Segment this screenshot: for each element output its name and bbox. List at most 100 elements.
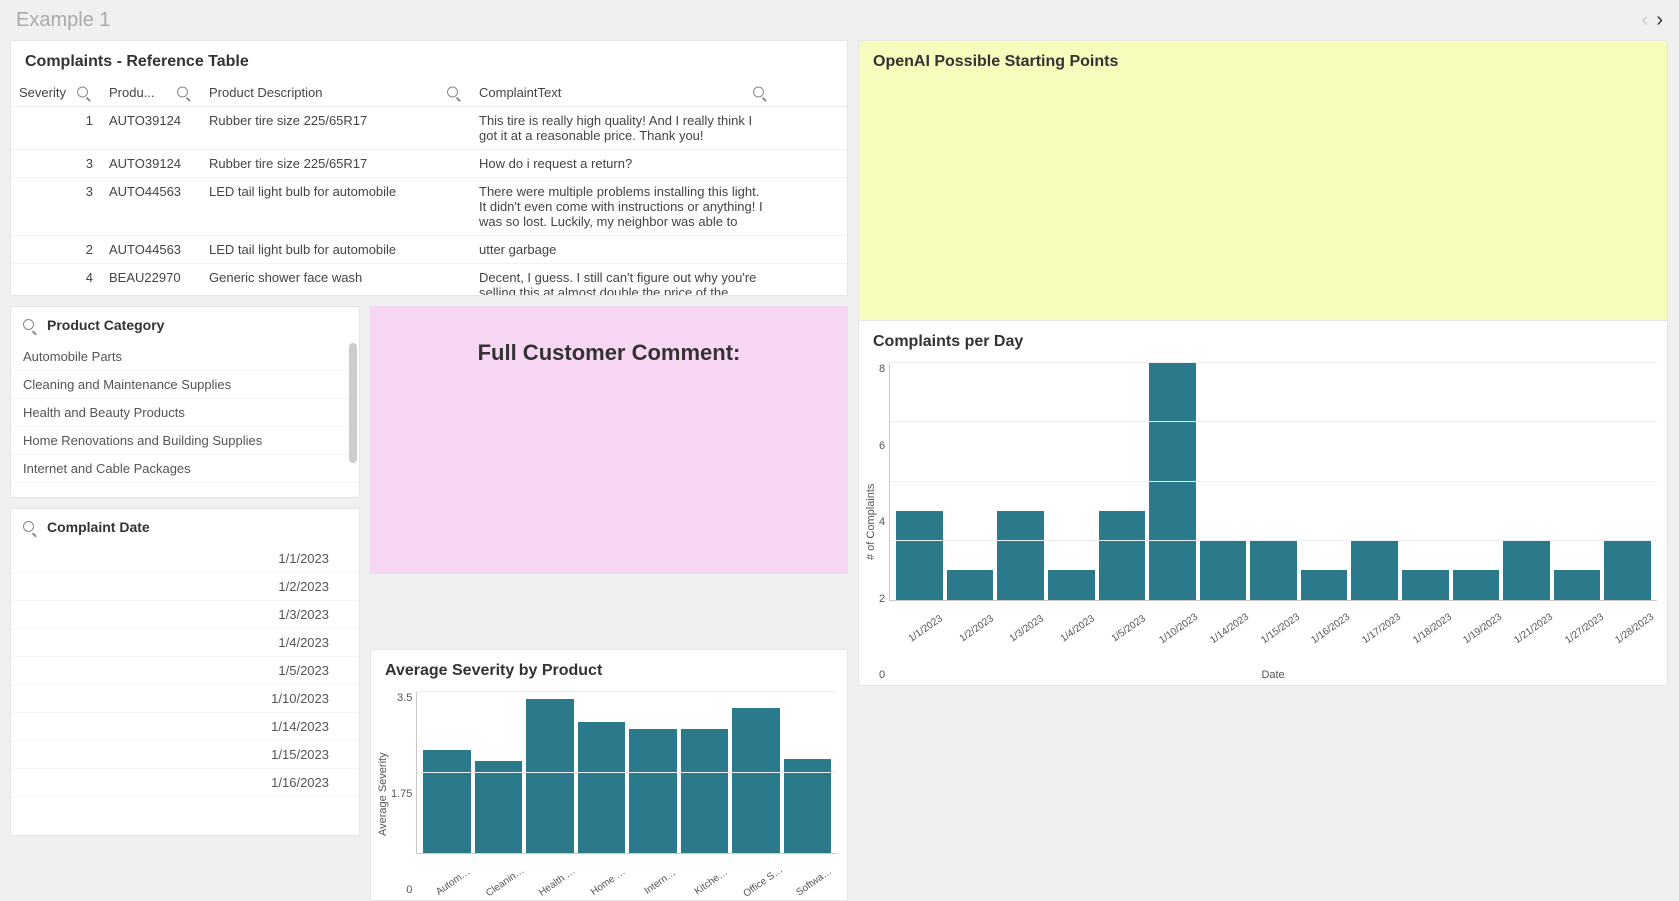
cell-product-desc: Rubber tire size 225/65R17 — [201, 107, 471, 150]
cell-blank — [777, 178, 847, 236]
search-icon[interactable] — [23, 317, 39, 333]
complaint-date-list[interactable]: 1/1/20231/2/20231/3/20231/4/20231/5/2023… — [11, 545, 359, 835]
nav-arrows: ‹ › — [1642, 9, 1663, 32]
per-day-bars — [889, 363, 1657, 601]
complaints-reference-table-panel: Complaints - Reference Table Severity Pr… — [10, 40, 848, 296]
chart-bar[interactable] — [526, 699, 573, 853]
chart-bar[interactable] — [1351, 541, 1398, 600]
cell-severity: 4 — [11, 264, 101, 297]
avg-severity-bars — [416, 692, 837, 854]
list-item[interactable]: 1/2/2023 — [11, 573, 359, 601]
product-category-filter-panel: Product Category Automobile PartsCleanin… — [10, 306, 360, 498]
x-tick-label: Autom… — [431, 864, 493, 901]
table-row[interactable]: 1AUTO39124Rubber tire size 225/65R17This… — [11, 107, 847, 150]
cell-complaint-text: Decent, I guess. I still can't figure ou… — [471, 264, 777, 297]
avg-severity-chart: Average Severity 3.51.750 Autom…Cleanin…… — [371, 688, 847, 900]
x-tick-label: Kitche… — [689, 864, 751, 901]
prev-arrow-icon[interactable]: ‹ — [1642, 9, 1649, 32]
next-arrow-icon[interactable]: › — [1656, 9, 1663, 32]
x-tick-label: Office S… — [740, 864, 802, 901]
complaint-date-header: Complaint Date — [11, 509, 359, 545]
search-icon[interactable] — [23, 519, 39, 535]
table-row[interactable]: 2AUTO44563LED tail light bulb for automo… — [11, 236, 847, 264]
scrollbar-thumb[interactable] — [349, 343, 357, 463]
chart-bar[interactable] — [629, 729, 676, 853]
chart-bar[interactable] — [1301, 570, 1348, 600]
search-icon[interactable] — [77, 85, 93, 100]
chart-bar[interactable] — [1048, 570, 1095, 600]
full-comment-title: Full Customer Comment: — [370, 306, 848, 366]
chart-bar[interactable] — [947, 570, 994, 600]
cell-product-desc: Generic shower face wash — [201, 264, 471, 297]
avg-severity-chart-panel: Average Severity by Product Average Seve… — [370, 649, 848, 901]
list-item[interactable]: Home Renovations and Building Supplies — [11, 427, 359, 455]
chart-bar[interactable] — [1402, 570, 1449, 600]
list-item[interactable]: 1/14/2023 — [11, 713, 359, 741]
table-header-row: Severity Produ... Product Description Co… — [11, 79, 847, 107]
product-category-title: Product Category — [47, 317, 164, 333]
chart-bar[interactable] — [1250, 541, 1297, 600]
list-item[interactable]: 1/16/2023 — [11, 769, 359, 797]
search-icon[interactable] — [753, 85, 769, 100]
list-item[interactable]: 1/15/2023 — [11, 741, 359, 769]
cell-severity: 2 — [11, 236, 101, 264]
cell-product-id: AUTO44563 — [101, 178, 201, 236]
cell-blank — [777, 236, 847, 264]
list-item[interactable]: 1/1/2023 — [11, 545, 359, 573]
list-item[interactable]: Internet and Cable Packages — [11, 455, 359, 483]
cell-severity: 1 — [11, 107, 101, 150]
col-severity[interactable]: Severity — [11, 79, 101, 107]
per-day-y-axis: 86420 — [879, 363, 889, 681]
chart-bar[interactable] — [1099, 511, 1146, 600]
complaint-date-filter-panel: Complaint Date 1/1/20231/2/20231/3/20231… — [10, 508, 360, 836]
avg-severity-y-axis: 3.51.750 — [391, 692, 416, 896]
col-blank — [777, 79, 847, 107]
reference-table-title: Complaints - Reference Table — [11, 41, 847, 79]
chart-bar[interactable] — [1453, 570, 1500, 600]
chart-bar[interactable] — [784, 759, 831, 853]
avg-severity-y-label: Average Severity — [375, 692, 391, 896]
list-item[interactable]: 1/10/2023 — [11, 685, 359, 713]
col-product-id[interactable]: Produ... — [101, 79, 201, 107]
x-tick-label: Home … — [586, 864, 648, 901]
col-complaint-text[interactable]: ComplaintText — [471, 79, 777, 107]
list-item[interactable]: 1/3/2023 — [11, 601, 359, 629]
search-icon[interactable] — [177, 85, 193, 100]
chart-bar[interactable] — [475, 761, 522, 853]
chart-bar[interactable] — [1200, 541, 1247, 600]
cell-product-id: BEAU22970 — [101, 264, 201, 297]
list-item[interactable]: Automobile Parts — [11, 343, 359, 371]
chart-bar[interactable] — [1604, 541, 1651, 600]
list-item[interactable]: Health and Beauty Products — [11, 399, 359, 427]
table-row[interactable]: 3AUTO39124Rubber tire size 225/65R17How … — [11, 150, 847, 178]
complaints-per-day-chart-panel: Complaints per Day # of Complaints 86420… — [858, 320, 1668, 686]
col-product-desc[interactable]: Product Description — [201, 79, 471, 107]
avg-severity-title: Average Severity by Product — [371, 650, 847, 688]
openai-panel-title: OpenAI Possible Starting Points — [859, 41, 1667, 79]
table-row[interactable]: 4BEAU22970Generic shower face washDecent… — [11, 264, 847, 297]
list-item[interactable]: Cleaning and Maintenance Supplies — [11, 371, 359, 399]
reference-table: Severity Produ... Product Description Co… — [11, 79, 847, 296]
chart-bar[interactable] — [681, 729, 728, 853]
chart-bar[interactable] — [896, 511, 943, 600]
cell-complaint-text: utter garbage — [471, 236, 777, 264]
chart-bar[interactable] — [1149, 363, 1196, 600]
x-tick-label: Softwa… — [792, 864, 848, 901]
chart-bar[interactable] — [578, 722, 625, 853]
list-item[interactable]: 1/4/2023 — [11, 629, 359, 657]
x-tick-label: Health … — [534, 864, 596, 901]
chart-bar[interactable] — [1554, 570, 1601, 600]
product-category-list[interactable]: Automobile PartsCleaning and Maintenance… — [11, 343, 359, 497]
product-category-header: Product Category — [11, 307, 359, 343]
page-title: Example 1 — [16, 9, 1642, 32]
chart-bar[interactable] — [423, 750, 470, 854]
chart-bar[interactable] — [1503, 541, 1550, 600]
table-row[interactable]: 3AUTO44563LED tail light bulb for automo… — [11, 178, 847, 236]
top-bar: Example 1 ‹ › — [0, 0, 1679, 40]
cell-product-id: AUTO39124 — [101, 107, 201, 150]
search-icon[interactable] — [447, 85, 463, 100]
chart-bar[interactable] — [732, 708, 779, 853]
list-item[interactable]: 1/5/2023 — [11, 657, 359, 685]
chart-bar[interactable] — [997, 511, 1044, 600]
complaint-date-title: Complaint Date — [47, 519, 150, 535]
